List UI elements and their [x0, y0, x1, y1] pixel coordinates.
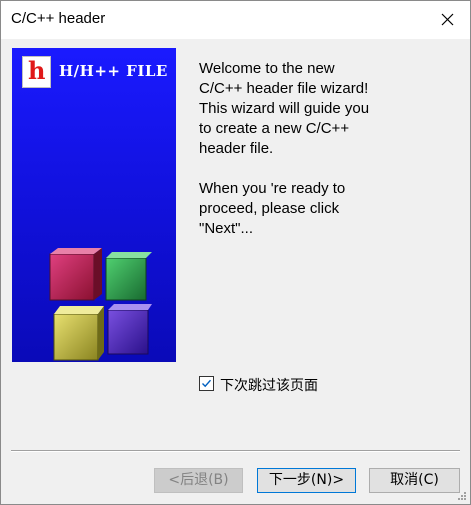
close-button[interactable] — [424, 1, 470, 39]
file-logo-icon: h — [22, 56, 51, 88]
skip-page-label: 下次跳过该页面 — [220, 378, 318, 394]
cancel-button[interactable]: 取消(C) — [369, 468, 460, 493]
button-divider — [11, 450, 460, 452]
back-button[interactable]: <后退(B) — [154, 468, 243, 493]
wizard-banner-image: h H/H++ FILE — [12, 48, 176, 362]
close-icon — [441, 13, 454, 26]
title-bar[interactable]: C/C++ header — [1, 1, 470, 39]
banner-title: H/H++ FILE — [59, 62, 168, 80]
skip-page-checkbox[interactable] — [199, 376, 214, 391]
welcome-text: Welcome to the new C/C++ header file wiz… — [199, 60, 370, 237]
logo-letter: h — [28, 56, 46, 85]
checkmark-icon — [202, 379, 212, 388]
cubes-icon — [49, 248, 152, 361]
wizard-window: C/C++ header h H/H++ FILE Welcome to the… — [0, 0, 471, 505]
next-button[interactable]: 下一步(N)> — [257, 468, 356, 493]
window-title: C/C++ header — [11, 10, 106, 27]
resize-grip-icon[interactable] — [457, 491, 467, 501]
